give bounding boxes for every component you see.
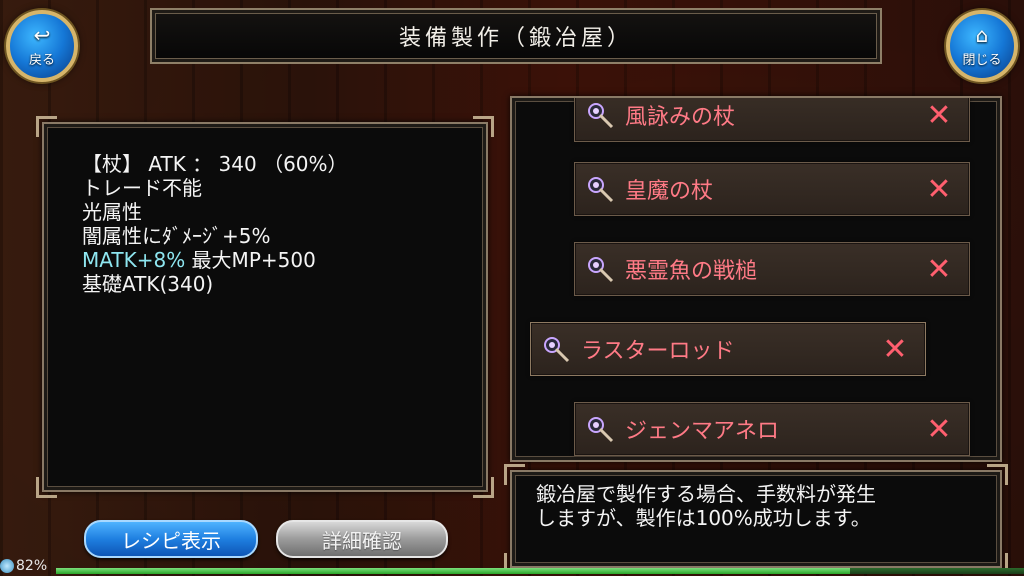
home-icon: ⌂ xyxy=(975,22,989,47)
stat-matk-mp: MATK+8% 最大MP+500 xyxy=(82,248,348,272)
stat-trade: トレード不能 xyxy=(82,176,202,200)
remove-icon[interactable]: ✕ xyxy=(909,412,969,447)
close-button[interactable]: ⌂ 閉じる xyxy=(946,10,1018,82)
battery-percent: 82% xyxy=(16,558,48,574)
recipe-name: ラスターロッド xyxy=(581,339,735,364)
back-button[interactable]: ↩ 戻る xyxy=(6,10,78,82)
battery-icon xyxy=(0,559,14,573)
staff-icon xyxy=(541,334,571,364)
back-label: 戻る xyxy=(28,52,55,68)
recipe-item[interactable]: 悪霊魚の戦槌 ✕ xyxy=(574,242,970,296)
staff-icon xyxy=(585,100,615,130)
recipe-name: 皇魔の杖 xyxy=(625,179,714,204)
staff-icon xyxy=(585,174,615,204)
back-arrow-icon: ↩ xyxy=(33,22,51,47)
stat-weapon-atk: 【杖】 ATK ： 340 （60%） xyxy=(82,152,348,176)
recipe-name: 風詠みの杖 xyxy=(625,105,736,130)
recipe-item[interactable]: 皇魔の杖 ✕ xyxy=(574,162,970,216)
recipe-name: 悪霊魚の戦槌 xyxy=(625,259,758,284)
battery-bar xyxy=(56,568,1024,574)
battery-status: 82% xyxy=(0,556,47,576)
info-panel: 鍛冶屋で製作する場合、手数料が発生 しますが、製作は100%成功します。 xyxy=(504,464,1008,574)
remove-icon[interactable]: ✕ xyxy=(909,252,969,287)
info-line-2: しますが、製作は100%成功します。 xyxy=(536,506,871,530)
remove-icon[interactable]: ✕ xyxy=(865,332,925,367)
staff-icon xyxy=(585,254,615,284)
item-detail-panel: 【杖】 ATK ： 340 （60%） トレード不能 光属性 闇属性にﾀﾞﾒｰｼ… xyxy=(36,116,494,498)
remove-icon[interactable]: ✕ xyxy=(909,172,969,207)
stat-mp: 最大MP+500 xyxy=(185,248,316,272)
info-message: 鍛冶屋で製作する場合、手数料が発生 しますが、製作は100%成功します。 xyxy=(536,482,876,530)
staff-icon xyxy=(585,414,615,444)
close-label: 閉じる xyxy=(962,52,1002,68)
remove-icon[interactable]: ✕ xyxy=(909,98,969,133)
recipe-display-button[interactable]: レシピ表示 xyxy=(84,520,258,558)
recipe-item[interactable]: 風詠みの杖 ✕ xyxy=(574,98,970,142)
recipe-item[interactable]: ジェンマアネロ ✕ xyxy=(574,402,970,456)
battery-bar-fill xyxy=(56,568,850,574)
stat-matk: MATK+8% xyxy=(82,248,186,272)
recipe-list-panel[interactable]: 風詠みの杖 ✕ 皇魔の杖 ✕ 悪霊魚の戦槌 ✕ ラスターロッド ✕ ジェンマアネ… xyxy=(510,96,1002,462)
item-stats: 【杖】 ATK ： 340 （60%） トレード不能 光属性 闇属性にﾀﾞﾒｰｼ… xyxy=(82,152,348,296)
stat-dark-damage: 闇属性にﾀﾞﾒｰｼﾞ+5% xyxy=(82,224,271,248)
stat-element: 光属性 xyxy=(82,200,142,224)
info-line-1: 鍛冶屋で製作する場合、手数料が発生 xyxy=(536,482,876,506)
recipe-name: ジェンマアネロ xyxy=(625,419,780,444)
page-title: 装備製作（鍛冶屋） xyxy=(398,26,633,51)
stat-base-atk: 基礎ATK(340) xyxy=(82,272,214,296)
title-bar: 装備製作（鍛冶屋） xyxy=(150,8,882,64)
detail-confirm-button[interactable]: 詳細確認 xyxy=(276,520,448,558)
recipe-item-selected[interactable]: ラスターロッド ✕ xyxy=(530,322,926,376)
